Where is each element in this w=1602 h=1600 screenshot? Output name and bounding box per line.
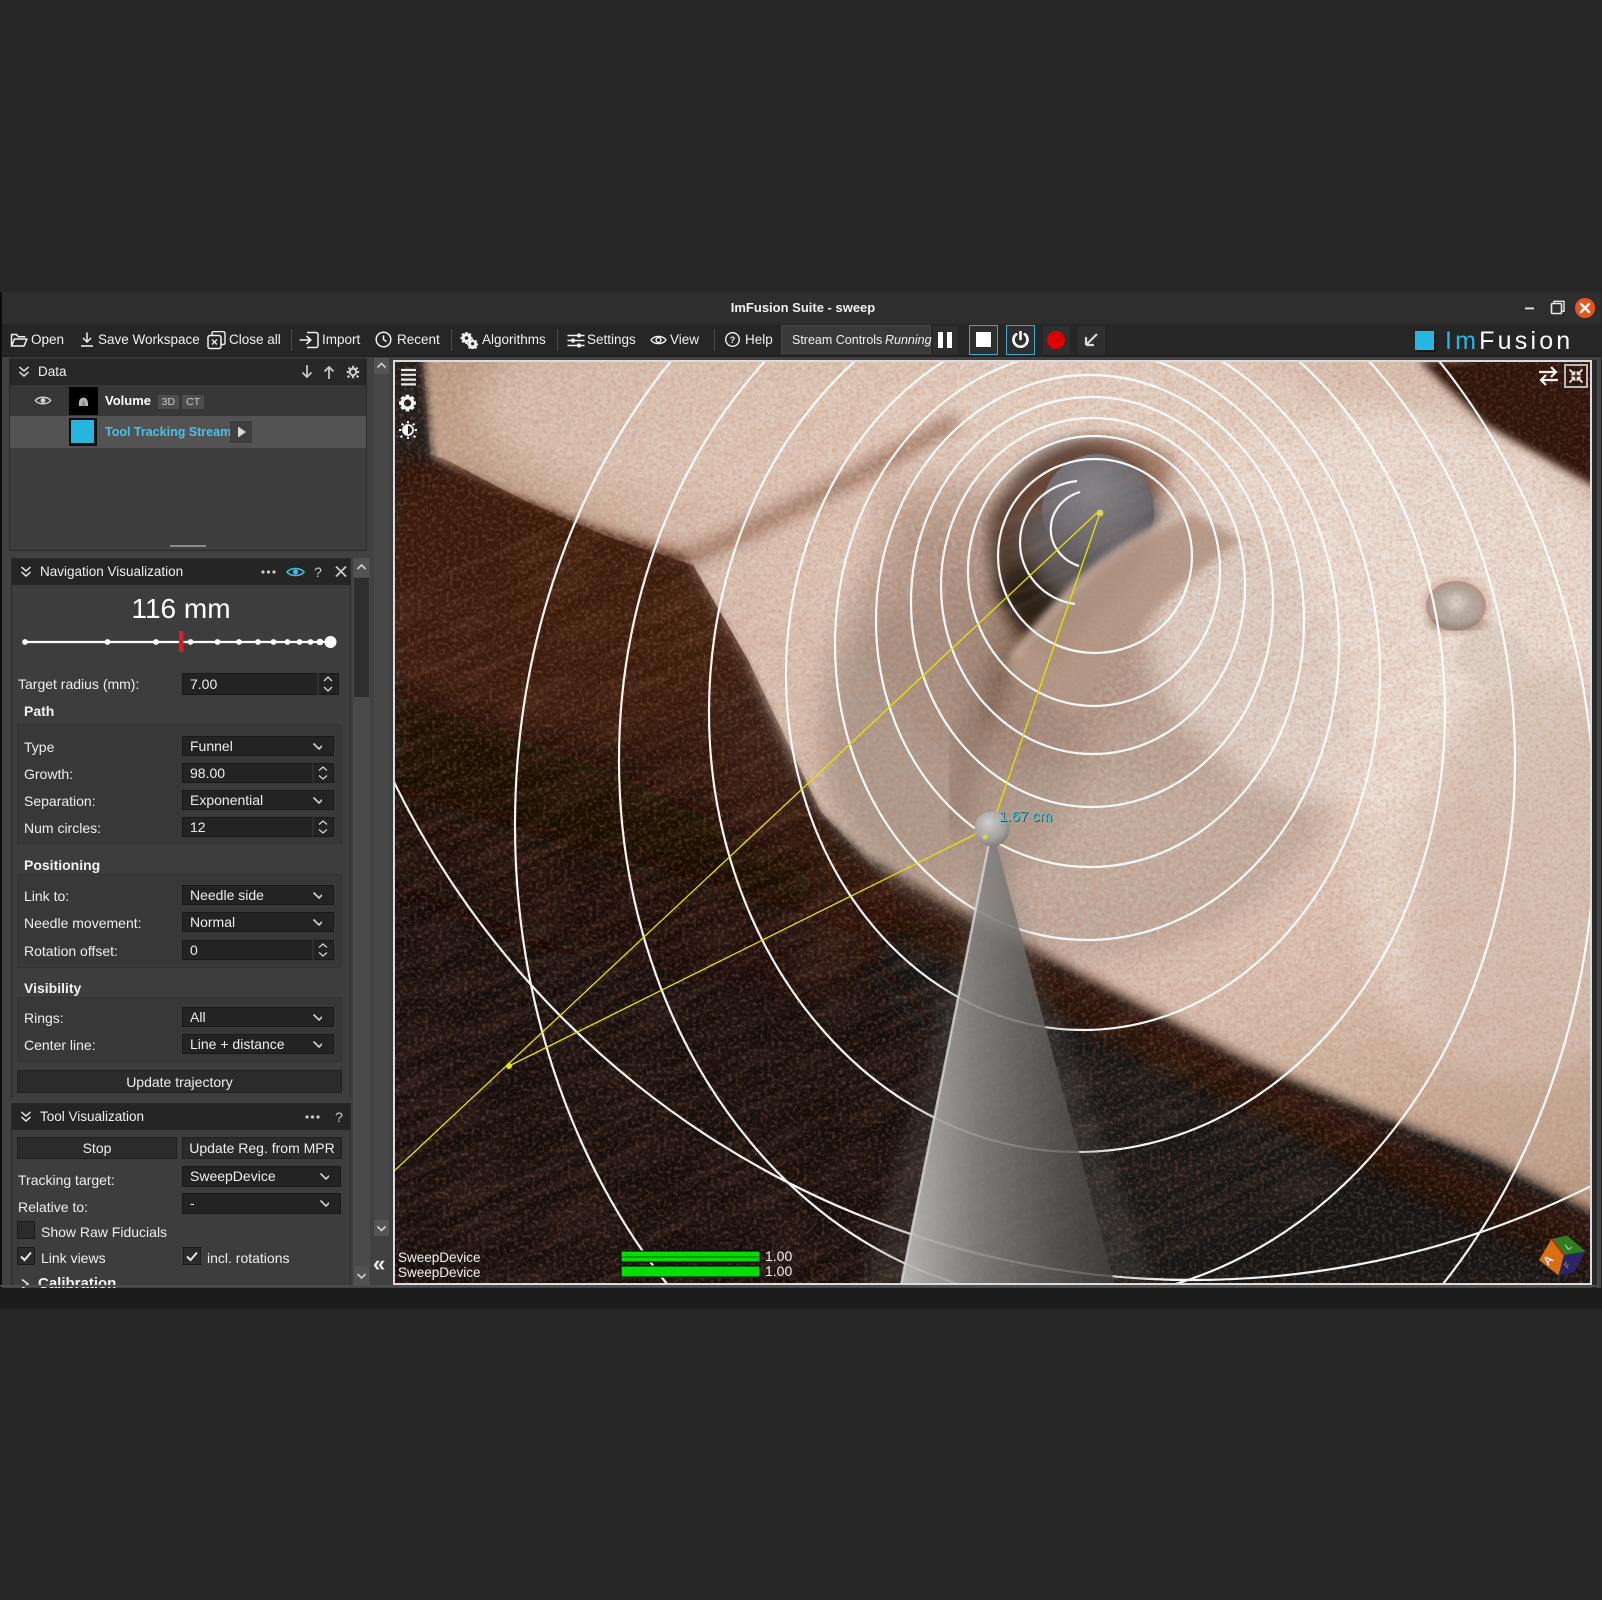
svg-text:1.67 cm: 1.67 cm — [999, 808, 1052, 825]
svg-text:1.00: 1.00 — [765, 1248, 792, 1264]
svg-text:?: ? — [335, 1109, 343, 1125]
svg-text:?: ? — [730, 335, 736, 345]
svg-text:1.00: 1.00 — [765, 1263, 792, 1279]
svg-text:?: ? — [314, 564, 322, 580]
svg-text:SweepDevice: SweepDevice — [398, 1250, 481, 1265]
svg-text:SweepDevice: SweepDevice — [398, 1265, 481, 1280]
